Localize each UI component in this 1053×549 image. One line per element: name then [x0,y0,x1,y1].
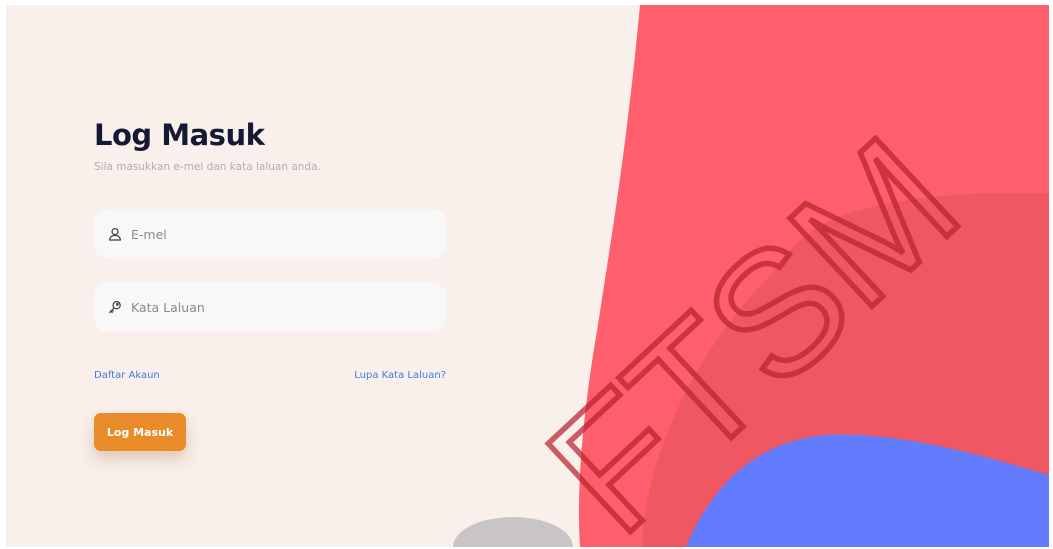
login-form: Log Masuk Sila masukkan e-mel dan kata l… [94,113,446,451]
key-icon [108,300,122,314]
page-subtitle: Sila masukkan e-mel dan kata laluan anda… [94,161,321,173]
email-input[interactable] [131,219,421,249]
grey-circle-shape [453,517,573,547]
password-input[interactable] [131,292,421,322]
password-field[interactable] [94,282,446,332]
decorative-background-art: FTSM [453,5,1049,547]
forgot-password-link[interactable]: Lupa Kata Laluan? [354,369,446,383]
login-page: FTSM Log Masuk Sila masukkan e-mel dan k… [6,5,1049,547]
page-title: Log Masuk [94,118,265,152]
register-link[interactable]: Daftar Akaun [94,369,160,383]
email-field[interactable] [94,209,446,259]
login-button[interactable]: Log Masuk [94,413,186,451]
user-icon [108,227,122,241]
